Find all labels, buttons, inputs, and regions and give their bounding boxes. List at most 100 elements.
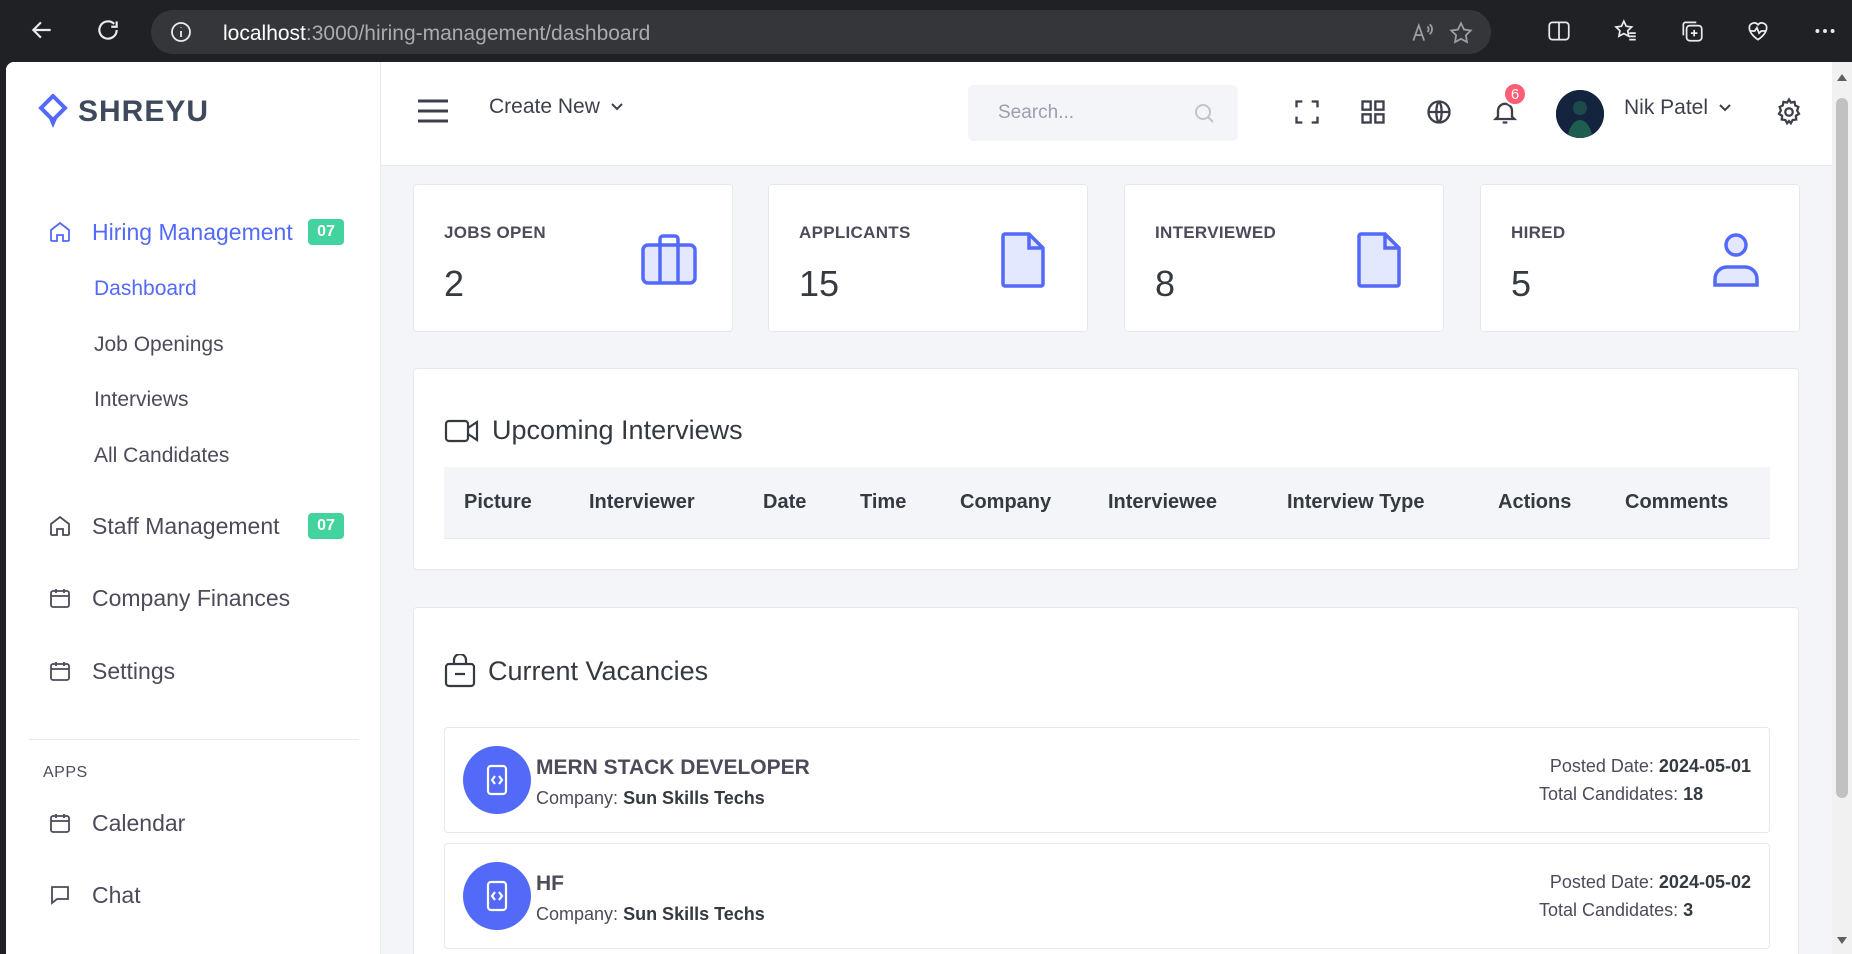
apps-section-title: APPS: [43, 764, 88, 781]
video-camera-icon: [444, 419, 479, 442]
column-header[interactable]: Actions: [1498, 491, 1571, 514]
scroll-up-arrow-icon[interactable]: [1837, 74, 1847, 81]
read-aloud-icon[interactable]: [1409, 20, 1435, 46]
vacancy-item[interactable]: HF Company: Sun Skills Techs Posted Date…: [444, 843, 1770, 949]
sidebar-subitem-all-candidates[interactable]: All Candidates: [94, 444, 229, 468]
split-screen-icon[interactable]: [1544, 16, 1574, 46]
chat-icon: [46, 881, 74, 909]
stat-label: JOBS OPEN: [444, 223, 546, 242]
home-icon: [46, 218, 74, 246]
shopping-bag-icon: [444, 654, 476, 688]
back-icon[interactable]: [26, 14, 58, 46]
more-menu-icon[interactable]: [1810, 16, 1840, 46]
sidebar-subitem-dashboard[interactable]: Dashboard: [94, 277, 197, 301]
user-name: Nik Patel: [1624, 96, 1709, 119]
fullscreen-icon[interactable]: [1291, 96, 1323, 128]
column-header[interactable]: Company: [960, 491, 1051, 514]
chevron-down-icon: [611, 103, 623, 111]
sidebar-item-staff-management[interactable]: Staff Management: [46, 512, 280, 540]
file-icon: [1351, 231, 1409, 289]
sidebar-divider: [29, 739, 359, 740]
favorite-star-icon[interactable]: [1448, 20, 1474, 46]
search-input[interactable]: [968, 85, 1188, 141]
stat-value: 8: [1155, 263, 1176, 304]
sidebar-item-hiring-management[interactable]: Hiring Management: [46, 218, 293, 246]
column-header[interactable]: Interview Type: [1287, 491, 1424, 514]
sidebar-item-label: Calendar: [92, 809, 186, 836]
upcoming-interviews-title: Upcoming Interviews: [492, 415, 743, 445]
vacancy-title: MERN STACK DEVELOPER: [536, 756, 810, 779]
vacancy-total-candidates: Total Candidates: 18: [1539, 784, 1704, 804]
search-box: [968, 85, 1238, 141]
code-phone-icon: [463, 746, 531, 814]
hamburger-menu-icon[interactable]: [416, 96, 450, 126]
column-header[interactable]: Interviewee: [1108, 491, 1217, 514]
stat-card-interviewed: INTERVIEWED 8: [1124, 184, 1444, 332]
stat-label: INTERVIEWED: [1155, 223, 1277, 242]
avatar[interactable]: [1556, 90, 1604, 138]
vacancy-posted-date: Posted Date: 2024-05-01: [1549, 756, 1751, 776]
user-icon: [1707, 231, 1765, 289]
user-menu[interactable]: Nik Patel: [1624, 96, 1732, 120]
vacancy-item[interactable]: MERN STACK DEVELOPER Company: Sun Skills…: [444, 727, 1770, 833]
site-info-icon[interactable]: [169, 20, 193, 44]
settings-gear-icon[interactable]: [1773, 96, 1805, 128]
sidebar-item-company-finances[interactable]: Company Finances: [46, 584, 290, 612]
vacancy-title: HF: [536, 872, 564, 895]
column-header[interactable]: Date: [763, 491, 806, 514]
sidebar-item-calendar[interactable]: Calendar: [46, 809, 185, 837]
sidebar-subitem-job-openings[interactable]: Job Openings: [94, 333, 224, 357]
sidebar-subitem-interviews[interactable]: Interviews: [94, 388, 189, 412]
calendar-icon: [46, 584, 74, 612]
staff-badge: 07: [308, 513, 344, 539]
hiring-badge: 07: [308, 219, 344, 245]
globe-icon[interactable]: [1423, 96, 1455, 128]
page-scrollbar[interactable]: [1832, 62, 1852, 954]
address-bar[interactable]: localhost:3000/hiring-management/dashboa…: [151, 10, 1491, 54]
current-vacancies-panel: Current Vacancies MERN STACK DEVELOPER C…: [413, 607, 1799, 954]
stat-card-applicants: APPLICANTS 15: [768, 184, 1088, 332]
topbar: Create New 6 Nik Patel: [381, 62, 1832, 166]
scroll-down-arrow-icon[interactable]: [1837, 937, 1847, 944]
sidebar-item-chat[interactable]: Chat: [46, 881, 141, 909]
create-new-dropdown[interactable]: Create New: [489, 95, 624, 119]
sidebar-item-label: Settings: [92, 657, 176, 684]
stat-value: 2: [444, 263, 465, 304]
sidebar-item-label: Hiring Management: [92, 218, 293, 245]
interviews-table-header: Picture Interviewer Date Time Company In…: [444, 467, 1770, 539]
column-header[interactable]: Interviewer: [589, 491, 695, 514]
chevron-down-icon: [1719, 104, 1731, 112]
create-new-label: Create New: [489, 95, 600, 118]
current-vacancies-title: Current Vacancies: [488, 655, 709, 686]
favorites-icon[interactable]: [1611, 16, 1641, 46]
sidebar-item-label: Chat: [92, 881, 141, 908]
stat-label: APPLICANTS: [799, 223, 911, 242]
vacancy-company: Company: Sun Skills Techs: [536, 904, 765, 924]
sidebar-item-settings[interactable]: Settings: [46, 657, 175, 685]
calendar-icon: [46, 657, 74, 685]
notification-badge: 6: [1503, 82, 1527, 106]
vacancy-total-candidates: Total Candidates: 3: [1539, 900, 1694, 920]
logo-icon: [38, 94, 68, 128]
page: SHREYU Hiring Management 07 Dashboard Jo…: [6, 62, 1832, 954]
column-header[interactable]: Time: [860, 491, 906, 514]
logo[interactable]: SHREYU: [38, 94, 209, 130]
stat-value: 5: [1511, 263, 1532, 304]
sidebar-item-label: Staff Management: [92, 512, 280, 539]
scrollbar-thumb[interactable]: [1836, 98, 1848, 798]
search-icon[interactable]: [1192, 101, 1216, 125]
briefcase-icon: [640, 231, 698, 289]
logo-text: SHREYU: [78, 95, 210, 128]
sidebar-item-label: Company Finances: [92, 584, 291, 611]
home-icon: [46, 512, 74, 540]
sidebar: SHREYU Hiring Management 07 Dashboard Jo…: [6, 62, 381, 954]
vacancy-posted-date: Posted Date: 2024-05-02: [1549, 872, 1751, 892]
reload-icon[interactable]: [92, 14, 124, 46]
column-header[interactable]: Picture: [464, 491, 532, 514]
browser-toolbar: localhost:3000/hiring-management/dashboa…: [0, 0, 1852, 62]
collections-icon[interactable]: [1677, 16, 1707, 46]
stat-card-jobs-open: JOBS OPEN 2: [413, 184, 733, 332]
health-icon[interactable]: [1743, 16, 1773, 46]
column-header[interactable]: Comments: [1625, 491, 1728, 514]
apps-grid-icon[interactable]: [1357, 96, 1389, 128]
